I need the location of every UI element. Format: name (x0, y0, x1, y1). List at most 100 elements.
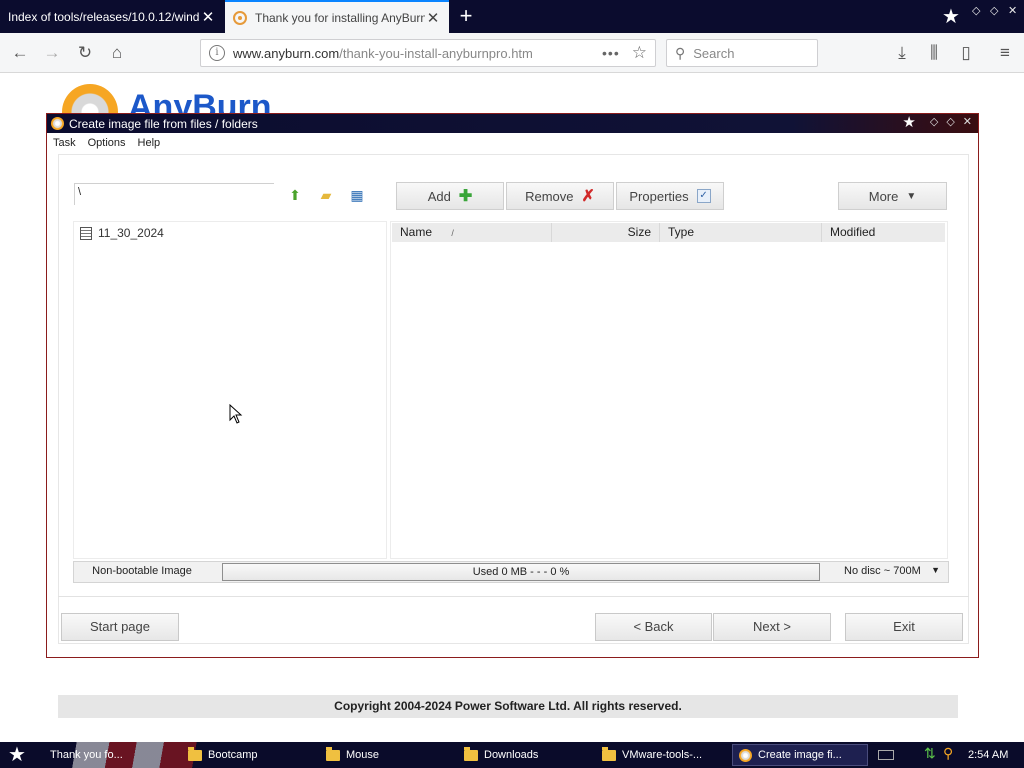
search-icon[interactable]: ⚲ (943, 745, 953, 762)
taskbar-item-vmware-tools[interactable]: VMware-tools-... (602, 746, 702, 764)
status-row: Non-bootable Image Used 0 MB - - - 0 % N… (73, 561, 949, 583)
folder-icon (464, 746, 478, 761)
bookmark-star-icon[interactable]: ☆ (632, 43, 647, 63)
chevron-down-icon: ▼ (906, 190, 917, 202)
keyboard-icon[interactable] (878, 750, 894, 760)
home-icon[interactable]: ⌂ (105, 41, 129, 65)
maximize-icon[interactable]: ◇ (946, 115, 954, 131)
tab-index-of-tools[interactable]: Index of tools/releases/10.0.12/windo ✕ (0, 0, 224, 33)
window-title-bar[interactable]: Create image file from files / folders ★… (47, 114, 978, 133)
tree-item-label: 11_30_2024 (98, 226, 164, 240)
anyburn-app-icon (51, 117, 64, 130)
taskbar-item-mouse[interactable]: Mouse (326, 746, 379, 764)
more-label: More (868, 188, 899, 204)
file-list-pane[interactable]: Name / Size Type Modified (390, 221, 948, 559)
taskbar-item-downloads[interactable]: Downloads (464, 746, 538, 764)
network-icon[interactable]: ⇅ (924, 745, 936, 762)
anyburn-app-icon (739, 748, 752, 762)
window-title: Create image file from files / folders (69, 116, 258, 131)
taskbar-item-create-image[interactable]: Create image fi... (732, 744, 868, 766)
search-input[interactable]: ⚲ Search (666, 39, 818, 67)
taskbar-item-label: Create image fi... (758, 749, 842, 761)
mouse-cursor-icon (229, 404, 243, 424)
column-modified[interactable]: Modified (822, 223, 945, 242)
copyright-footer: Copyright 2004-2024 Power Software Ltd. … (58, 695, 958, 718)
tab-thank-you-anyburn[interactable]: Thank you for installing AnyBurn P ✕ (225, 0, 449, 33)
back-button[interactable]: < Back (595, 613, 712, 641)
remove-button[interactable]: Remove ✗ (506, 182, 614, 210)
taskbar-item-label: VMware-tools-... (622, 749, 703, 761)
tab-title: Index of tools/releases/10.0.12/windo (8, 9, 200, 24)
folder-tree-pane[interactable]: 11_30_2024 (73, 221, 387, 559)
more-button[interactable]: More ▼ (838, 182, 947, 210)
star-icon[interactable]: ★ (902, 115, 915, 131)
taskbar-item-label: Thank you fo... (50, 749, 123, 761)
next-button[interactable]: Next > (713, 613, 831, 641)
anyburn-favicon-icon (233, 10, 247, 25)
minimize-icon[interactable]: ◇ (972, 4, 980, 17)
close-window-icon[interactable]: ✕ (963, 115, 972, 131)
sidebar-icon[interactable]: ▯ (954, 41, 978, 65)
path-field[interactable]: \ (74, 183, 274, 205)
menu-options[interactable]: Options (88, 137, 126, 149)
forward-arrow-icon[interactable]: → (40, 41, 64, 65)
properties-button[interactable]: Properties ✓ (616, 182, 724, 210)
taskbar-item-bootcamp[interactable]: Bootcamp (188, 746, 258, 764)
url-bar[interactable]: i www.anyburn.com /thank-you-install-any… (200, 39, 656, 67)
menu-icon[interactable]: ≡ (993, 41, 1017, 65)
folder-icon (326, 746, 340, 761)
taskbar-item-label: Bootcamp (208, 749, 258, 761)
divider (58, 596, 969, 597)
tab-title: Thank you for installing AnyBurn P (255, 10, 425, 25)
add-label: Add (427, 188, 451, 204)
properties-label: Properties (629, 188, 689, 204)
column-size[interactable]: Size (552, 223, 660, 242)
view-mode-icon[interactable]: ▦ (347, 185, 367, 205)
browser-nav-bar: ← → ↻ ⌂ i www.anyburn.com /thank-you-ins… (0, 33, 1024, 73)
disc-size-select[interactable]: No disc ~ 700M ▼ (828, 565, 946, 577)
create-image-window: Create image file from files / folders ★… (46, 113, 979, 658)
maximize-icon[interactable]: ◇ (990, 4, 998, 17)
column-name[interactable]: Name / (392, 223, 552, 242)
url-domain: www.anyburn.com (233, 45, 340, 61)
close-tab-icon[interactable]: ✕ (200, 8, 216, 26)
close-window-icon[interactable]: ✕ (1008, 4, 1017, 17)
taskbar: ★ Thank you fo... Bootcamp Mouse Downloa… (0, 742, 1024, 768)
column-name-label: Name (400, 225, 433, 239)
image-type-label: Non-bootable Image (92, 565, 192, 577)
taskbar-item-label: Mouse (346, 749, 380, 761)
folder-icon (188, 746, 202, 761)
star-icon[interactable]: ★ (942, 4, 960, 29)
start-star-icon[interactable]: ★ (8, 744, 26, 766)
sort-indicator-icon: / (451, 228, 454, 238)
close-tab-icon[interactable]: ✕ (425, 9, 441, 27)
menu-task[interactable]: Task (53, 137, 76, 149)
properties-icon: ✓ (696, 189, 711, 203)
minimize-icon[interactable]: ◇ (930, 115, 938, 131)
menu-help[interactable]: Help (138, 137, 161, 149)
reload-icon[interactable]: ↻ (73, 41, 97, 65)
disc-size-value: No disc ~ 700M (844, 565, 921, 577)
plus-icon: ✚ (458, 188, 473, 205)
back-arrow-icon[interactable]: ← (8, 41, 32, 65)
taskbar-item-firefox[interactable]: Thank you fo... (50, 746, 123, 764)
page-actions-icon[interactable]: ••• (602, 45, 620, 61)
site-info-icon[interactable]: i (209, 45, 225, 61)
disc-image-icon (80, 226, 92, 240)
clock[interactable]: 2:54 AM (968, 749, 1008, 761)
new-tab-icon[interactable]: + (455, 3, 477, 29)
folder-icon (602, 746, 616, 761)
new-folder-icon[interactable]: ▰ (316, 185, 336, 205)
tree-item-root[interactable]: 11_30_2024 (80, 226, 164, 240)
exit-button[interactable]: Exit (845, 613, 963, 641)
remove-x-icon: ✗ (581, 188, 595, 205)
start-page-button[interactable]: Start page (61, 613, 179, 641)
library-icon[interactable]: ⫼ (922, 41, 946, 65)
column-type[interactable]: Type (660, 223, 822, 242)
add-button[interactable]: Add ✚ (396, 182, 504, 210)
menu-bar: Task Options Help (47, 133, 978, 153)
remove-label: Remove (525, 188, 574, 204)
download-icon[interactable]: ⤓ (890, 41, 914, 65)
taskbar-item-label: Downloads (484, 749, 539, 761)
up-folder-icon[interactable]: ⬆ (285, 185, 305, 205)
